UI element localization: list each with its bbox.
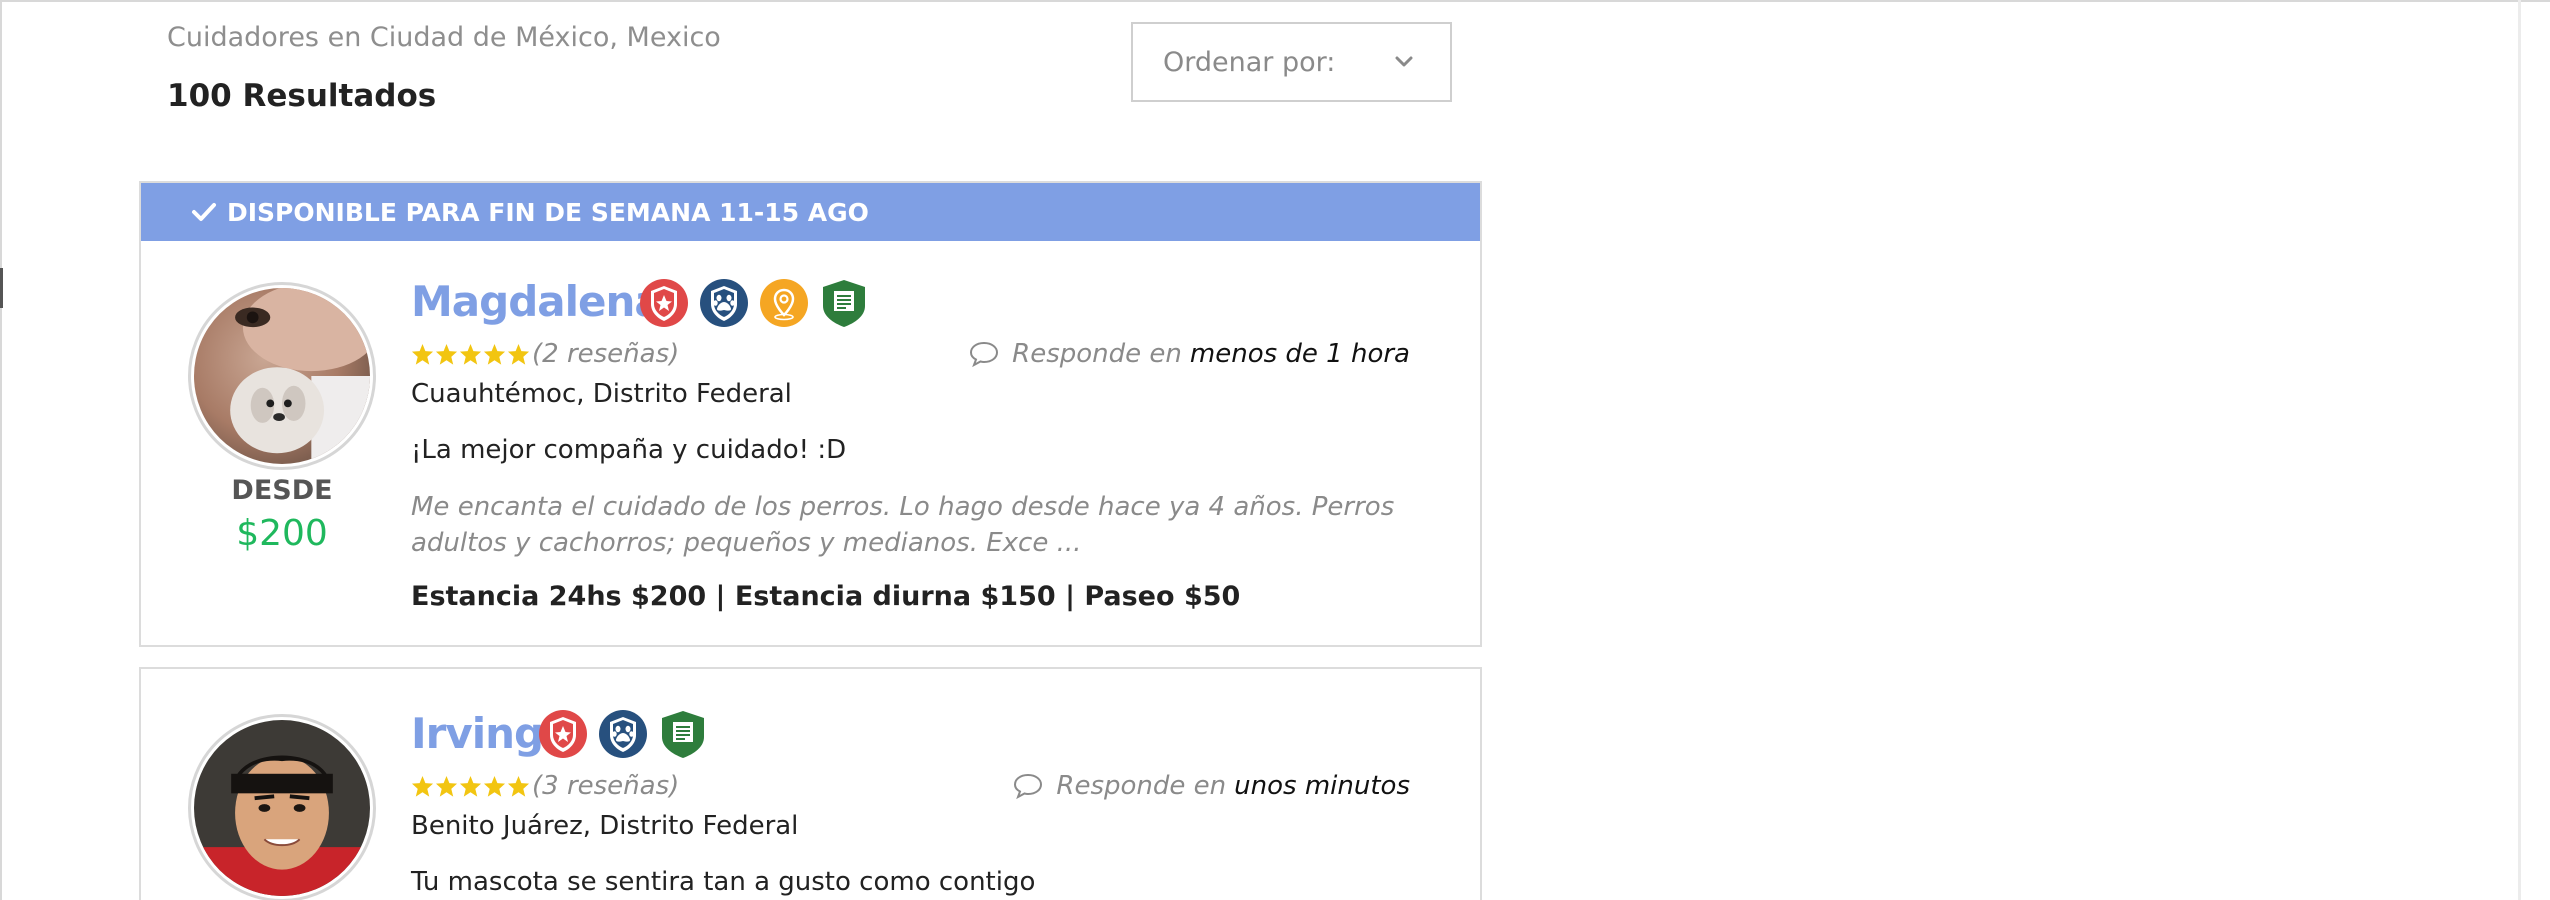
sitter-name[interactable]: Irving xyxy=(411,709,544,758)
avatar-photo xyxy=(194,720,370,896)
star-icon xyxy=(459,343,482,365)
rating: (3 reseñas) xyxy=(411,771,679,801)
green-document-shield-icon xyxy=(662,711,704,758)
review-count[interactable]: (3 reseñas) xyxy=(532,771,679,801)
response-prefix: Responde en xyxy=(1012,339,1182,369)
badge-list xyxy=(639,278,869,328)
sort-dropdown[interactable]: Ordenar por: xyxy=(1131,22,1452,102)
star-icon xyxy=(435,343,458,365)
response-value: menos de 1 hora xyxy=(1189,339,1410,369)
badge-list xyxy=(538,709,708,759)
response-prefix: Responde en xyxy=(1056,771,1227,801)
star-icon xyxy=(411,343,434,365)
sitter-name[interactable]: Magdalena xyxy=(411,277,663,326)
rating: (2 reseñas) xyxy=(411,339,679,369)
star-icon xyxy=(411,775,434,797)
star-icon xyxy=(507,775,530,797)
star-rating xyxy=(411,343,530,366)
sitter-headline: Tu mascota se sentira tan a gusto como c… xyxy=(411,867,1036,897)
response-time: Responde en menos de 1 hora xyxy=(968,339,1410,369)
sitter-location: Cuauhtémoc, Distrito Federal xyxy=(411,379,792,409)
left-edge-marker xyxy=(0,268,3,308)
sitter-description: Me encanta el cuidado de los perros. Lo … xyxy=(411,492,1395,558)
star-icon xyxy=(483,343,506,365)
avatar-photo xyxy=(194,288,370,464)
sitter-headline: ¡La mejor compaña y cuidado! :D xyxy=(411,435,847,465)
availability-banner-text: DISPONIBLE PARA FIN DE SEMANA 11-15 AGO xyxy=(227,197,869,227)
star-icon xyxy=(507,343,530,365)
avatar[interactable] xyxy=(188,282,376,470)
sitter-card[interactable]: DISPONIBLE PARA FIN DE SEMANA 11-15 AGO xyxy=(139,181,1482,647)
blue-paw-shield-icon xyxy=(700,279,748,327)
star-icon xyxy=(483,775,506,797)
price-from-value: $200 xyxy=(236,513,328,554)
chat-bubble-icon xyxy=(1014,773,1043,800)
red-star-shield-icon xyxy=(539,710,587,758)
star-icon xyxy=(459,775,482,797)
blue-paw-shield-icon xyxy=(599,710,647,758)
availability-banner: DISPONIBLE PARA FIN DE SEMANA 11-15 AGO xyxy=(141,183,1480,241)
response-value: unos minutos xyxy=(1234,771,1410,801)
star-icon xyxy=(435,775,458,797)
results-count: 100 Resultados xyxy=(167,78,437,114)
sitter-location: Benito Juárez, Distrito Federal xyxy=(411,811,799,841)
price-from-label: DESDE xyxy=(231,475,333,506)
avatar[interactable] xyxy=(188,714,376,900)
sitter-card[interactable]: Irving (3 reseñas) Responde en unos minu… xyxy=(139,667,1482,900)
page-top-border xyxy=(0,0,2550,2)
chevron-down-icon xyxy=(1395,56,1413,67)
check-icon xyxy=(192,203,216,221)
red-star-shield-icon xyxy=(640,279,688,327)
chat-bubble-icon xyxy=(970,341,999,368)
response-time: Responde en unos minutos xyxy=(1012,771,1410,801)
sort-label: Ordenar por: xyxy=(1163,46,1336,78)
sitter-services: Estancia 24hs $200 | Estancia diurna $15… xyxy=(411,581,1241,612)
right-column-divider xyxy=(2518,0,2521,900)
green-document-shield-icon xyxy=(823,280,865,327)
star-rating xyxy=(411,775,530,798)
orange-location-pin-icon xyxy=(760,279,808,327)
page-left-border xyxy=(0,0,2,900)
search-location-text: Cuidadores en Ciudad de México, Mexico xyxy=(167,22,721,53)
review-count[interactable]: (2 reseñas) xyxy=(532,339,679,369)
